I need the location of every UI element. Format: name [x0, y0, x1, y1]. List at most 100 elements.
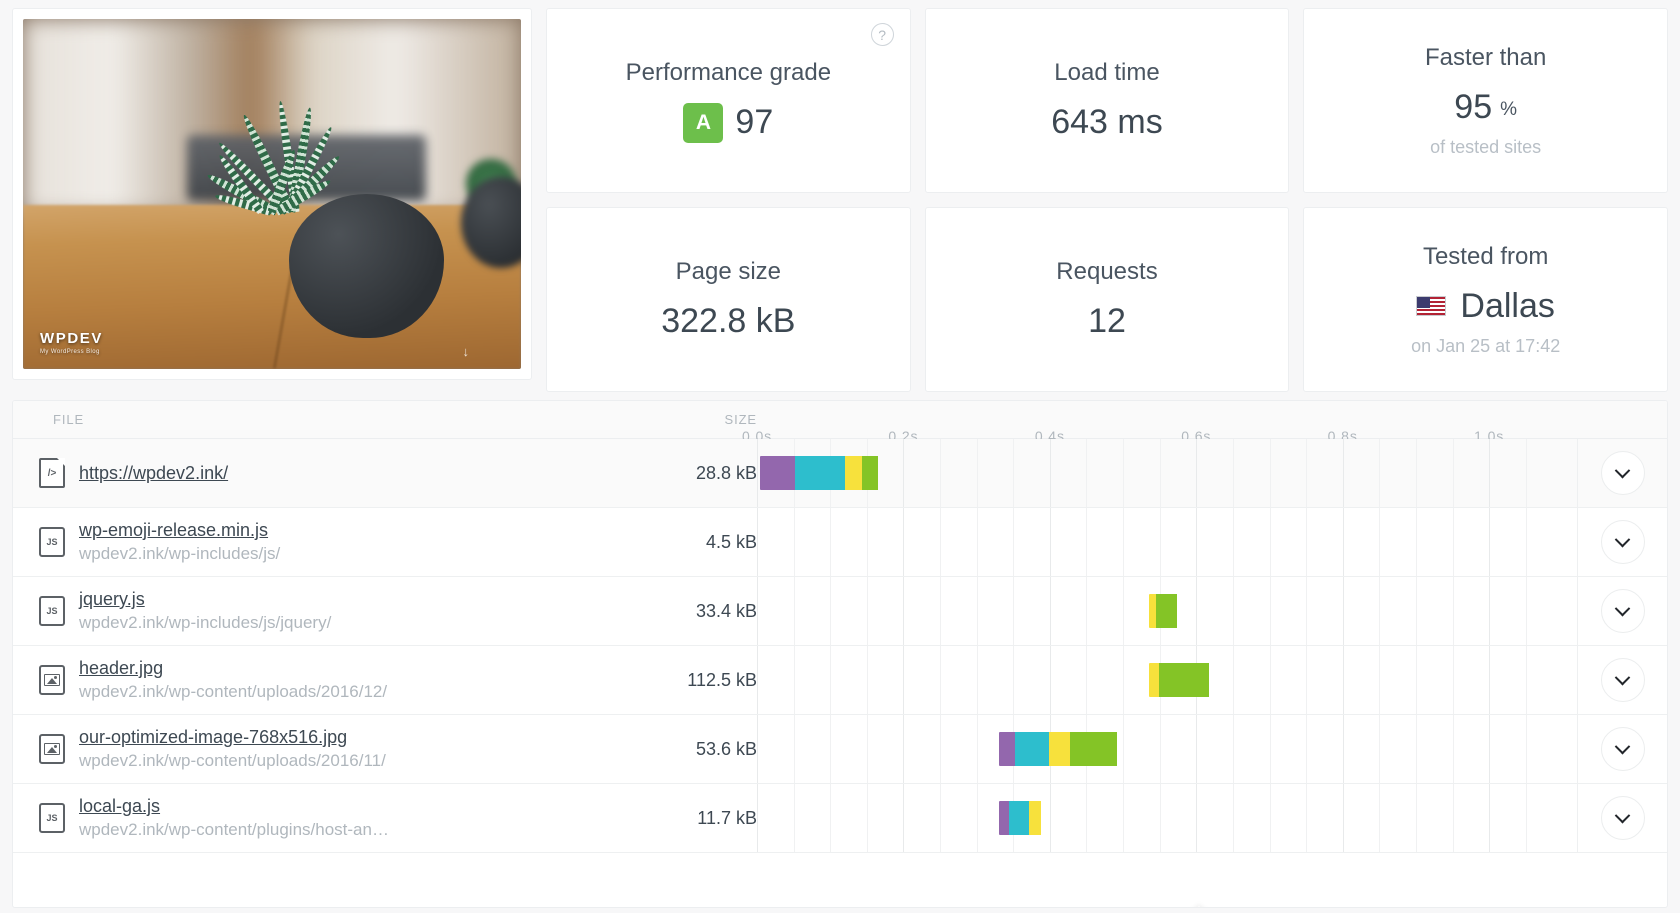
- gridline: [1525, 439, 1527, 507]
- gridline: [1379, 439, 1381, 507]
- file-names: header.jpg wpdev2.ink/wp-content/uploads/…: [79, 658, 387, 702]
- site-screenshot: WPDEV My WordPress Blog ↓: [23, 19, 521, 369]
- file-link[interactable]: jquery.js: [79, 589, 145, 610]
- file-link[interactable]: our-optimized-image-768x516.jpg: [79, 727, 347, 748]
- waterfall-bar[interactable]: [1148, 663, 1360, 697]
- gridline: [976, 646, 978, 714]
- bar-segment-connect[interactable]: [1009, 801, 1030, 835]
- waterfall-bar[interactable]: [1148, 594, 1292, 628]
- question-mark-icon[interactable]: ?: [870, 23, 894, 46]
- bar-segment-wait[interactable]: [845, 456, 862, 490]
- file-link[interactable]: local-ga.js: [79, 796, 160, 817]
- gridline: [1086, 439, 1088, 507]
- file-link[interactable]: https://wpdev2.ink/: [79, 463, 228, 484]
- performance-score: 97: [735, 103, 774, 141]
- gridline: [1342, 577, 1344, 645]
- gridline: [1196, 508, 1198, 576]
- bar-segment-wait[interactable]: [1049, 732, 1071, 766]
- image-file-icon: [39, 734, 65, 764]
- expand-row-button[interactable]: [1600, 658, 1645, 702]
- expand-row-button[interactable]: [1600, 727, 1645, 771]
- bar-segment-wait[interactable]: [1148, 663, 1160, 697]
- gridline: [1269, 508, 1271, 576]
- file-cell: our-optimized-image-768x516.jpg wpdev2.in…: [13, 715, 613, 783]
- js-file-icon: JS: [39, 527, 65, 557]
- gridline: [1342, 439, 1344, 507]
- tested-from-city: Dallas: [1460, 286, 1555, 325]
- bar-segment-receive[interactable]: [861, 456, 878, 490]
- waterfall-bar[interactable]: [999, 801, 1173, 835]
- table-row: our-optimized-image-768x516.jpg wpdev2.in…: [13, 715, 1667, 784]
- table-row: /> https://wpdev2.ink/28.8 kB: [13, 439, 1667, 508]
- gridline: [1525, 508, 1527, 576]
- js-file-icon: JS: [39, 803, 65, 833]
- tested-from-label: Tested from: [1422, 242, 1549, 270]
- expand-row-button[interactable]: [1600, 451, 1645, 495]
- waterfall-bar[interactable]: [759, 456, 1054, 490]
- expand-cell: [1577, 508, 1667, 576]
- table-row: JS wp-emoji-release.min.js wpdev2.ink/wp-i…: [13, 508, 1667, 577]
- file-cell: JS wp-emoji-release.min.js wpdev2.ink/wp-i…: [13, 508, 613, 576]
- gridline: [866, 646, 868, 714]
- column-header-size: SIZE: [724, 412, 757, 427]
- image-glyph: [44, 674, 60, 686]
- site-thumbnail-card: WPDEV My WordPress Blog ↓: [12, 8, 532, 380]
- js-file-icon: JS: [39, 596, 65, 626]
- table-body: /> https://wpdev2.ink/28.8 kB JS wp-emoji-r…: [13, 439, 1667, 853]
- html-file-icon: />: [39, 458, 65, 488]
- gridline: [903, 508, 905, 576]
- table-row: header.jpg wpdev2.ink/wp-content/uploads/…: [13, 646, 1667, 715]
- page-size-label: Page size: [675, 258, 782, 285]
- bar-segment-ssl[interactable]: [998, 732, 1016, 766]
- bar-segment-receive[interactable]: [1070, 732, 1118, 766]
- gridline: [903, 646, 905, 714]
- gridline: [757, 715, 758, 783]
- gridline: [1342, 784, 1344, 852]
- gridline: [903, 577, 905, 645]
- stats-grid: ? Performance grade A 97 Load time 643 m…: [546, 8, 1668, 392]
- bar-segment-connect[interactable]: [794, 456, 846, 490]
- gridline: [1086, 508, 1088, 576]
- gridline: [1232, 508, 1234, 576]
- bar-segment-ssl[interactable]: [759, 456, 795, 490]
- bar-segment-receive[interactable]: [1156, 594, 1177, 628]
- bar-segment-connect[interactable]: [1015, 732, 1050, 766]
- gridline: [830, 577, 832, 645]
- timeline-cell: [757, 646, 1577, 714]
- performance-grade-label: Performance grade: [625, 58, 832, 86]
- gridline: [1123, 439, 1125, 507]
- bar-segment-ssl[interactable]: [999, 801, 1010, 835]
- gridline: [1415, 439, 1417, 507]
- file-names: our-optimized-image-768x516.jpg wpdev2.in…: [79, 727, 386, 771]
- bar-segment-wait[interactable]: [1029, 801, 1041, 835]
- file-names: wp-emoji-release.min.js wpdev2.ink/wp-inc…: [79, 520, 280, 564]
- gridline: [1342, 508, 1344, 576]
- file-names: local-ga.js wpdev2.ink/wp-content/plugins…: [79, 796, 389, 840]
- requests-card: Requests 12: [924, 207, 1290, 392]
- bar-segment-receive[interactable]: [1159, 663, 1210, 697]
- page-size-value: 322.8 kB: [661, 302, 796, 340]
- gridline: [1415, 508, 1417, 576]
- gridline: [976, 715, 978, 783]
- size-cell: 33.4 kB: [695, 600, 757, 621]
- gridline: [830, 646, 832, 714]
- gridline: [830, 715, 832, 783]
- gridline: [903, 715, 905, 783]
- chevron-down-icon: [1614, 462, 1631, 478]
- gridline: [793, 508, 795, 576]
- screenshot-brand-tagline: My WordPress Blog: [40, 349, 100, 355]
- expand-row-button[interactable]: [1600, 796, 1645, 840]
- bar-segment-wait[interactable]: [1148, 594, 1157, 628]
- file-link[interactable]: wp-emoji-release.min.js: [79, 520, 268, 541]
- waterfall-bar[interactable]: [998, 732, 1294, 766]
- gridline: [1049, 646, 1051, 714]
- size-cell: 112.5 kB: [687, 669, 757, 690]
- gridline: [1159, 508, 1161, 576]
- gridline: [1306, 577, 1308, 645]
- expand-row-button[interactable]: [1600, 520, 1645, 564]
- timeline-cell: [757, 577, 1577, 645]
- file-link[interactable]: header.jpg: [79, 658, 163, 679]
- file-names: https://wpdev2.ink/: [79, 463, 228, 484]
- expand-row-button[interactable]: [1600, 589, 1645, 633]
- gridline: [1379, 646, 1381, 714]
